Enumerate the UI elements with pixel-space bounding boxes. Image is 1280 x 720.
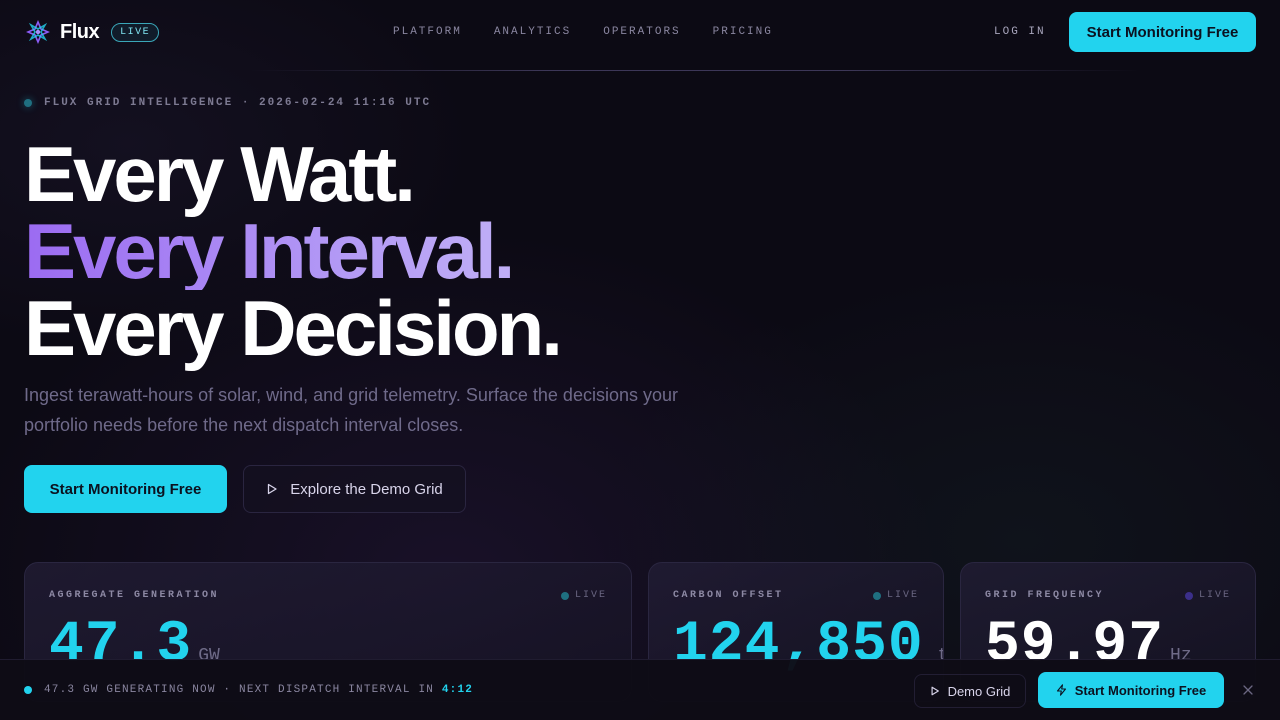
bottom-demo-grid-button[interactable]: Demo Grid xyxy=(914,674,1026,708)
card-live-label: LIVE xyxy=(1198,590,1231,601)
eyebrow-text: FLUX GRID INTELLIGENCE · 2026-02-24 11:1… xyxy=(44,97,432,109)
explore-demo-grid-label: Explore the Demo Grid xyxy=(290,480,443,498)
live-badge: LIVE xyxy=(111,22,160,42)
dispatch-status-text: 47.3 GW GENERATING NOW · NEXT DISPATCH I… xyxy=(44,684,435,696)
dispatch-status: 47.3 GW GENERATING NOW · NEXT DISPATCH I… xyxy=(44,684,473,696)
nav-links: PLATFORM ANALYTICS OPERATORS PRICING xyxy=(393,26,773,38)
play-icon xyxy=(931,686,939,696)
bottom-start-monitoring-label: Start Monitoring Free xyxy=(1074,682,1207,698)
close-icon[interactable] xyxy=(1240,682,1256,698)
live-dot-icon xyxy=(560,591,569,600)
nav-divider xyxy=(250,70,1140,71)
headline-line-2: Every Interval. xyxy=(24,212,560,290)
status-dot-icon xyxy=(24,99,32,107)
play-icon xyxy=(268,483,277,495)
sticky-bottom-bar: 47.3 GW GENERATING NOW · NEXT DISPATCH I… xyxy=(0,659,1280,720)
hero-eyebrow: FLUX GRID INTELLIGENCE · 2026-02-24 11:1… xyxy=(24,97,431,109)
brand[interactable]: Flux LIVE xyxy=(26,20,160,44)
bottom-start-monitoring-button[interactable]: Start Monitoring Free xyxy=(1038,672,1224,708)
card-label: CARBON OFFSET xyxy=(673,590,784,601)
login-link[interactable]: LOG IN xyxy=(994,26,1046,38)
live-dot-icon xyxy=(1184,591,1193,600)
hero-subtitle: Ingest terawatt-hours of solar, wind, an… xyxy=(24,385,678,435)
nav-link-platform[interactable]: PLATFORM xyxy=(393,26,462,38)
headline-line-3: Every Decision. xyxy=(24,284,563,372)
nav-link-pricing[interactable]: PRICING xyxy=(713,26,773,38)
live-dot-icon xyxy=(872,591,881,600)
dispatch-countdown: 4:12 xyxy=(441,684,474,696)
card-label: GRID FREQUENCY xyxy=(985,590,1105,601)
live-dot-icon xyxy=(24,686,32,694)
card-live-label: LIVE xyxy=(886,590,919,601)
explore-demo-grid-button[interactable]: Explore the Demo Grid xyxy=(243,465,466,513)
card-live-indicator: LIVE xyxy=(560,590,607,601)
card-live-label: LIVE xyxy=(574,590,607,601)
card-label: AGGREGATE GENERATION xyxy=(49,590,220,601)
hero-start-monitoring-button[interactable]: Start Monitoring Free xyxy=(24,465,227,513)
card-live-indicator: LIVE xyxy=(872,590,919,601)
top-nav: Flux LIVE PLATFORM ANALYTICS OPERATORS P… xyxy=(0,0,1280,64)
flux-logo-icon xyxy=(26,20,50,44)
nav-link-operators[interactable]: OPERATORS xyxy=(603,26,680,38)
card-live-indicator: LIVE xyxy=(1184,590,1231,601)
brand-name: Flux xyxy=(60,20,100,43)
lightning-icon xyxy=(1056,684,1066,696)
nav-start-monitoring-button[interactable]: Start Monitoring Free xyxy=(1069,12,1256,52)
headline-line-1: Every Watt. xyxy=(24,130,416,218)
bottom-demo-grid-label: Demo Grid xyxy=(947,683,1011,699)
hero-headline: Every Watt. Every Interval. Every Decisi… xyxy=(24,130,563,372)
nav-link-analytics[interactable]: ANALYTICS xyxy=(494,26,571,38)
